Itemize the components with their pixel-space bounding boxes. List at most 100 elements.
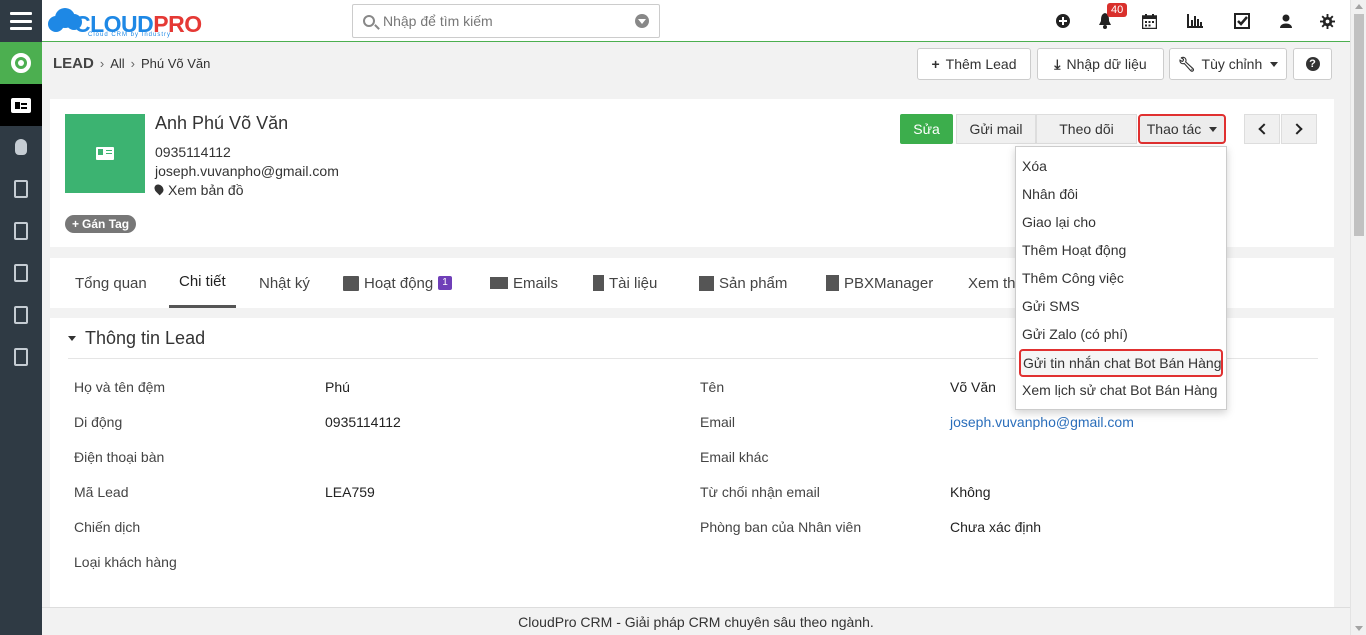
tab-emails[interactable]: Emails xyxy=(490,258,558,308)
import-button[interactable]: ⤓ Nhập dữ liệu xyxy=(1037,48,1164,80)
tab-pbxmanager[interactable]: PBXManager xyxy=(826,258,933,308)
tab-label: Nhật ký xyxy=(259,274,310,292)
send-mail-button[interactable]: Gửi mail xyxy=(956,114,1036,144)
tab-label: Hoạt động xyxy=(364,274,434,292)
scroll-thumb[interactable] xyxy=(1354,14,1364,236)
previous-record-button[interactable] xyxy=(1244,114,1280,144)
search-icon xyxy=(363,15,375,27)
import-label: Nhập dữ liệu xyxy=(1066,56,1147,72)
envelope-icon xyxy=(490,277,508,289)
caret-down-icon xyxy=(1209,126,1218,132)
home-ring-icon[interactable] xyxy=(0,42,42,84)
tab-overview[interactable]: Tổng quan xyxy=(75,258,147,308)
phone-icon xyxy=(826,275,839,291)
top-bar: CLOUDPRO Cloud CRM by Industry 40 xyxy=(42,0,1350,42)
map-marker-icon xyxy=(152,182,166,196)
chevron-right-icon: › xyxy=(130,56,135,71)
edit-note-icon[interactable] xyxy=(0,294,42,336)
field-value: LEA759 xyxy=(325,484,375,500)
field-value: Phú xyxy=(325,379,350,395)
tab-documents[interactable]: Tài liệu xyxy=(593,258,657,308)
menu-item-send-zalo[interactable]: Gửi Zalo (có phí) xyxy=(1016,320,1226,348)
file-icon xyxy=(593,275,604,291)
cloudpro-logo[interactable]: CLOUDPRO Cloud CRM by Industry xyxy=(48,4,208,38)
field-label: Email xyxy=(700,414,736,430)
customize-button[interactable]: 🔧︎ Tùy chỉnh xyxy=(1169,48,1287,80)
field-value: 0935114112 xyxy=(325,414,401,430)
breadcrumb: LEAD › All › Phú Võ Văn xyxy=(53,55,210,72)
field-value: Không xyxy=(950,484,991,500)
checkbox-icon[interactable] xyxy=(1233,12,1251,30)
so-icon[interactable] xyxy=(0,252,42,294)
search-input[interactable] xyxy=(383,11,623,31)
record-name: Anh Phú Võ Văn xyxy=(155,113,289,133)
invoice-icon[interactable] xyxy=(0,210,42,252)
map-link[interactable]: Xem bản đồ xyxy=(152,182,244,198)
search-box[interactable] xyxy=(352,4,660,38)
section-title: Thông tin Lead xyxy=(85,328,206,348)
field-label: Phòng ban của Nhân viên xyxy=(700,519,862,535)
menu-item-send-sms[interactable]: Gửi SMS xyxy=(1016,292,1226,320)
search-options-icon[interactable] xyxy=(635,14,649,28)
download-icon: ⤓ xyxy=(1054,55,1061,72)
field-value: Võ Văn xyxy=(950,379,996,395)
field-value: Chưa xác định xyxy=(950,519,1042,535)
tab-details[interactable]: Chi tiết xyxy=(169,258,236,308)
plus-circle-icon[interactable] xyxy=(1054,12,1072,30)
menu-icon[interactable] xyxy=(0,0,42,42)
lead-card-icon[interactable] xyxy=(0,84,42,126)
scroll-down-icon[interactable] xyxy=(1355,626,1363,631)
chevron-right-icon: › xyxy=(99,56,105,71)
record-email: joseph.vuvanpho@gmail.com xyxy=(155,163,339,179)
tab-log[interactable]: Nhật ký xyxy=(259,258,310,308)
user-icon[interactable] xyxy=(1277,12,1295,30)
chevron-left-icon xyxy=(1258,123,1270,135)
tab-activities[interactable]: Hoạt động 1 xyxy=(343,258,452,308)
edit-button[interactable]: Sửa xyxy=(900,114,953,144)
tab-label: Chi tiết xyxy=(179,273,226,290)
calendar-icon[interactable] xyxy=(1140,12,1158,30)
contact-icon[interactable] xyxy=(0,168,42,210)
menu-item-bot-chat-history[interactable]: Xem lịch sử chat Bot Bán Hàng xyxy=(1016,376,1226,404)
plus-icon: + xyxy=(931,56,940,72)
bar-chart-icon[interactable] xyxy=(1186,12,1204,30)
actions-dropdown-button[interactable]: Thao tác xyxy=(1138,114,1226,144)
add-lead-label: Thêm Lead xyxy=(945,56,1017,72)
menu-item-add-activity[interactable]: Thêm Hoạt động xyxy=(1016,236,1226,264)
menu-item-delete[interactable]: Xóa xyxy=(1016,152,1226,180)
money-bag-icon[interactable] xyxy=(0,126,42,168)
calendar-icon xyxy=(343,275,359,291)
breadcrumb-module[interactable]: LEAD xyxy=(53,55,94,72)
follow-button[interactable]: Theo dõi xyxy=(1036,114,1137,144)
email-link[interactable]: joseph.vuvanpho@gmail.com xyxy=(950,414,1134,430)
tab-label: Tài liệu xyxy=(609,274,658,292)
field-label: Di động xyxy=(74,414,123,430)
scroll-up-icon[interactable] xyxy=(1355,4,1363,9)
actions-menu: Xóa Nhân đôi Giao lại cho Thêm Hoạt động… xyxy=(1015,146,1227,410)
field-label: Loại khách hàng xyxy=(74,554,177,570)
menu-item-reassign[interactable]: Giao lại cho xyxy=(1016,208,1226,236)
tab-products[interactable]: Sản phẩm xyxy=(699,258,787,308)
customize-label: Tùy chỉnh xyxy=(1201,56,1263,72)
vertical-scrollbar[interactable] xyxy=(1350,0,1366,635)
breadcrumb-filter[interactable]: All xyxy=(110,56,124,71)
gear-icon[interactable] xyxy=(1318,12,1336,30)
add-lead-button[interactable]: + Thêm Lead xyxy=(917,48,1031,80)
cubes-icon xyxy=(699,275,714,291)
left-sidebar xyxy=(0,0,42,635)
menu-item-send-bot-chat[interactable]: Gửi tin nhắn chat Bot Bán Hàng xyxy=(1019,349,1223,377)
help-button[interactable]: ? xyxy=(1293,48,1332,80)
next-record-button[interactable] xyxy=(1281,114,1317,144)
tab-label: Tổng quan xyxy=(75,274,147,292)
plus-icon: + xyxy=(72,217,80,231)
field-label: Họ và tên đệm xyxy=(74,379,166,395)
section-toggle[interactable]: Thông tin Lead xyxy=(68,328,205,349)
field-label: Điện thoại bàn xyxy=(74,449,165,465)
menu-item-duplicate[interactable]: Nhân đôi xyxy=(1016,180,1226,208)
notification-badge: 40 xyxy=(1107,3,1128,17)
assign-tag-button[interactable]: + Gán Tag xyxy=(65,215,137,233)
menu-item-add-task[interactable]: Thêm Công việc xyxy=(1016,264,1226,292)
document-icon[interactable] xyxy=(0,336,42,378)
logo-tagline: Cloud CRM by Industry xyxy=(88,32,172,38)
tab-more[interactable]: Xem th xyxy=(968,258,1016,308)
